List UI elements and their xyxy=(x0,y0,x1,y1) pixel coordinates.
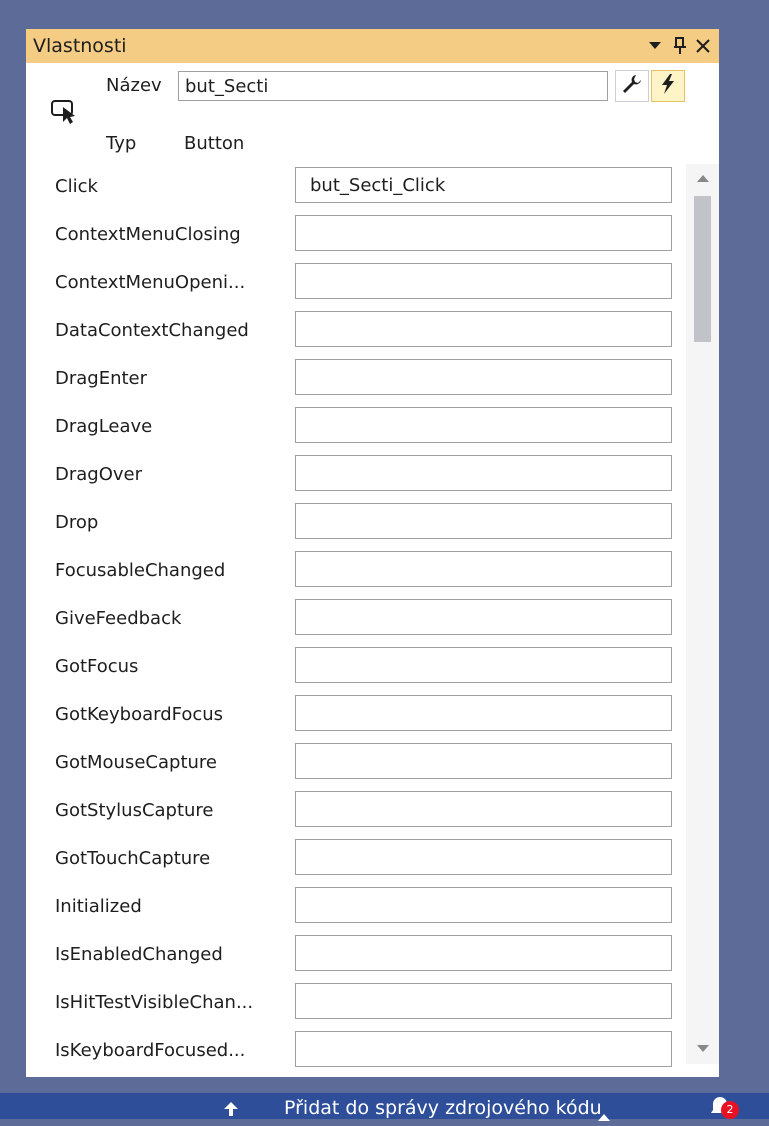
pin-icon[interactable] xyxy=(668,32,692,60)
event-handler-input[interactable] xyxy=(295,599,672,635)
event-handler-input[interactable] xyxy=(295,935,672,971)
type-value: Button xyxy=(184,133,245,154)
event-handler-input[interactable] xyxy=(295,167,672,203)
event-row: IsKeyboardFocused... xyxy=(26,1028,686,1076)
event-row: ContextMenuClosing xyxy=(26,212,686,260)
event-row: GiveFeedback xyxy=(26,596,686,644)
event-handler-input[interactable] xyxy=(295,215,672,251)
add-to-source-control-button[interactable]: Přidat do správy zdrojového kódu xyxy=(284,1097,602,1119)
notification-count-badge: 2 xyxy=(721,1101,739,1119)
event-handler-input[interactable] xyxy=(295,503,672,539)
event-handler-input[interactable] xyxy=(295,743,672,779)
event-name: GotKeyboardFocus xyxy=(55,704,224,725)
event-name: GotMouseCapture xyxy=(55,752,217,773)
event-handler-input[interactable] xyxy=(295,647,672,683)
triangle-down-icon[interactable] xyxy=(643,32,667,60)
event-name: DragOver xyxy=(55,464,143,485)
status-bar: Přidat do správy zdrojového kódu 2 xyxy=(0,1093,769,1121)
panel-title: Vlastnosti xyxy=(33,35,127,57)
event-name: IsEnabledChanged xyxy=(55,944,223,965)
pointer-select-icon xyxy=(50,97,78,125)
event-handler-input[interactable] xyxy=(295,839,672,875)
event-row: FocusableChanged xyxy=(26,548,686,596)
event-row: DragEnter xyxy=(26,356,686,404)
event-handler-input[interactable] xyxy=(295,983,672,1019)
event-name: ContextMenuOpeni... xyxy=(55,272,246,293)
vertical-scrollbar[interactable] xyxy=(686,164,719,1064)
name-field[interactable] xyxy=(178,71,608,101)
panel-titlebar: Vlastnosti xyxy=(26,29,719,63)
event-handler-input[interactable] xyxy=(295,791,672,827)
event-row: Click xyxy=(26,164,686,212)
scroll-up-icon[interactable] xyxy=(686,164,719,194)
properties-button[interactable] xyxy=(615,70,649,102)
event-row: DragOver xyxy=(26,452,686,500)
event-row: GotFocus xyxy=(26,644,686,692)
event-row: GotKeyboardFocus xyxy=(26,692,686,740)
event-row: GotStylusCapture xyxy=(26,788,686,836)
event-row: Initialized xyxy=(26,884,686,932)
event-handler-input[interactable] xyxy=(295,263,672,299)
event-name: GotFocus xyxy=(55,656,139,677)
event-name: IsKeyboardFocused... xyxy=(55,1040,246,1061)
event-handler-input[interactable] xyxy=(295,887,672,923)
event-row: GotMouseCapture xyxy=(26,740,686,788)
event-name: DragLeave xyxy=(55,416,153,437)
scroll-down-icon[interactable] xyxy=(686,1034,719,1064)
event-handler-input[interactable] xyxy=(295,359,672,395)
event-name: GotStylusCapture xyxy=(55,800,214,821)
event-handler-input[interactable] xyxy=(295,695,672,731)
event-row: GotTouchCapture xyxy=(26,836,686,884)
properties-panel: Vlastnosti Název but_Secti Typ Button Cl… xyxy=(26,29,719,1077)
event-row: IsEnabledChanged xyxy=(26,932,686,980)
event-handler-input[interactable] xyxy=(295,551,672,587)
event-handler-input[interactable] xyxy=(295,1031,672,1067)
event-handler-input[interactable] xyxy=(295,311,672,347)
event-row: Drop xyxy=(26,500,686,548)
event-name: DragEnter xyxy=(55,368,148,389)
event-name: ContextMenuClosing xyxy=(55,224,241,245)
wrench-icon xyxy=(622,74,642,98)
event-name: Initialized xyxy=(55,896,142,917)
event-handler-input[interactable] xyxy=(295,455,672,491)
event-row: ContextMenuOpeni... xyxy=(26,260,686,308)
scrollbar-thumb[interactable] xyxy=(694,196,711,342)
event-name: DataContextChanged xyxy=(55,320,249,341)
event-name: GotTouchCapture xyxy=(55,848,211,869)
event-row: DragLeave xyxy=(26,404,686,452)
event-name: Drop xyxy=(55,512,99,533)
lightning-icon xyxy=(661,74,675,98)
event-name: GiveFeedback xyxy=(55,608,182,629)
type-label: Typ xyxy=(106,133,137,154)
events-button[interactable] xyxy=(651,70,685,102)
caret-up-icon[interactable] xyxy=(598,1107,610,1126)
event-name: FocusableChanged xyxy=(55,560,226,581)
name-label: Název xyxy=(106,75,162,96)
close-icon[interactable] xyxy=(691,32,715,60)
event-name: Click xyxy=(55,176,98,197)
events-grid: Click ContextMenuClosing ContextMenuOpen… xyxy=(26,164,719,1077)
event-row: IsHitTestVisibleChan... xyxy=(26,980,686,1028)
arrow-up-icon xyxy=(224,1101,238,1120)
event-name: IsHitTestVisibleChan... xyxy=(55,992,254,1013)
event-row: DataContextChanged xyxy=(26,308,686,356)
event-handler-input[interactable] xyxy=(295,407,672,443)
